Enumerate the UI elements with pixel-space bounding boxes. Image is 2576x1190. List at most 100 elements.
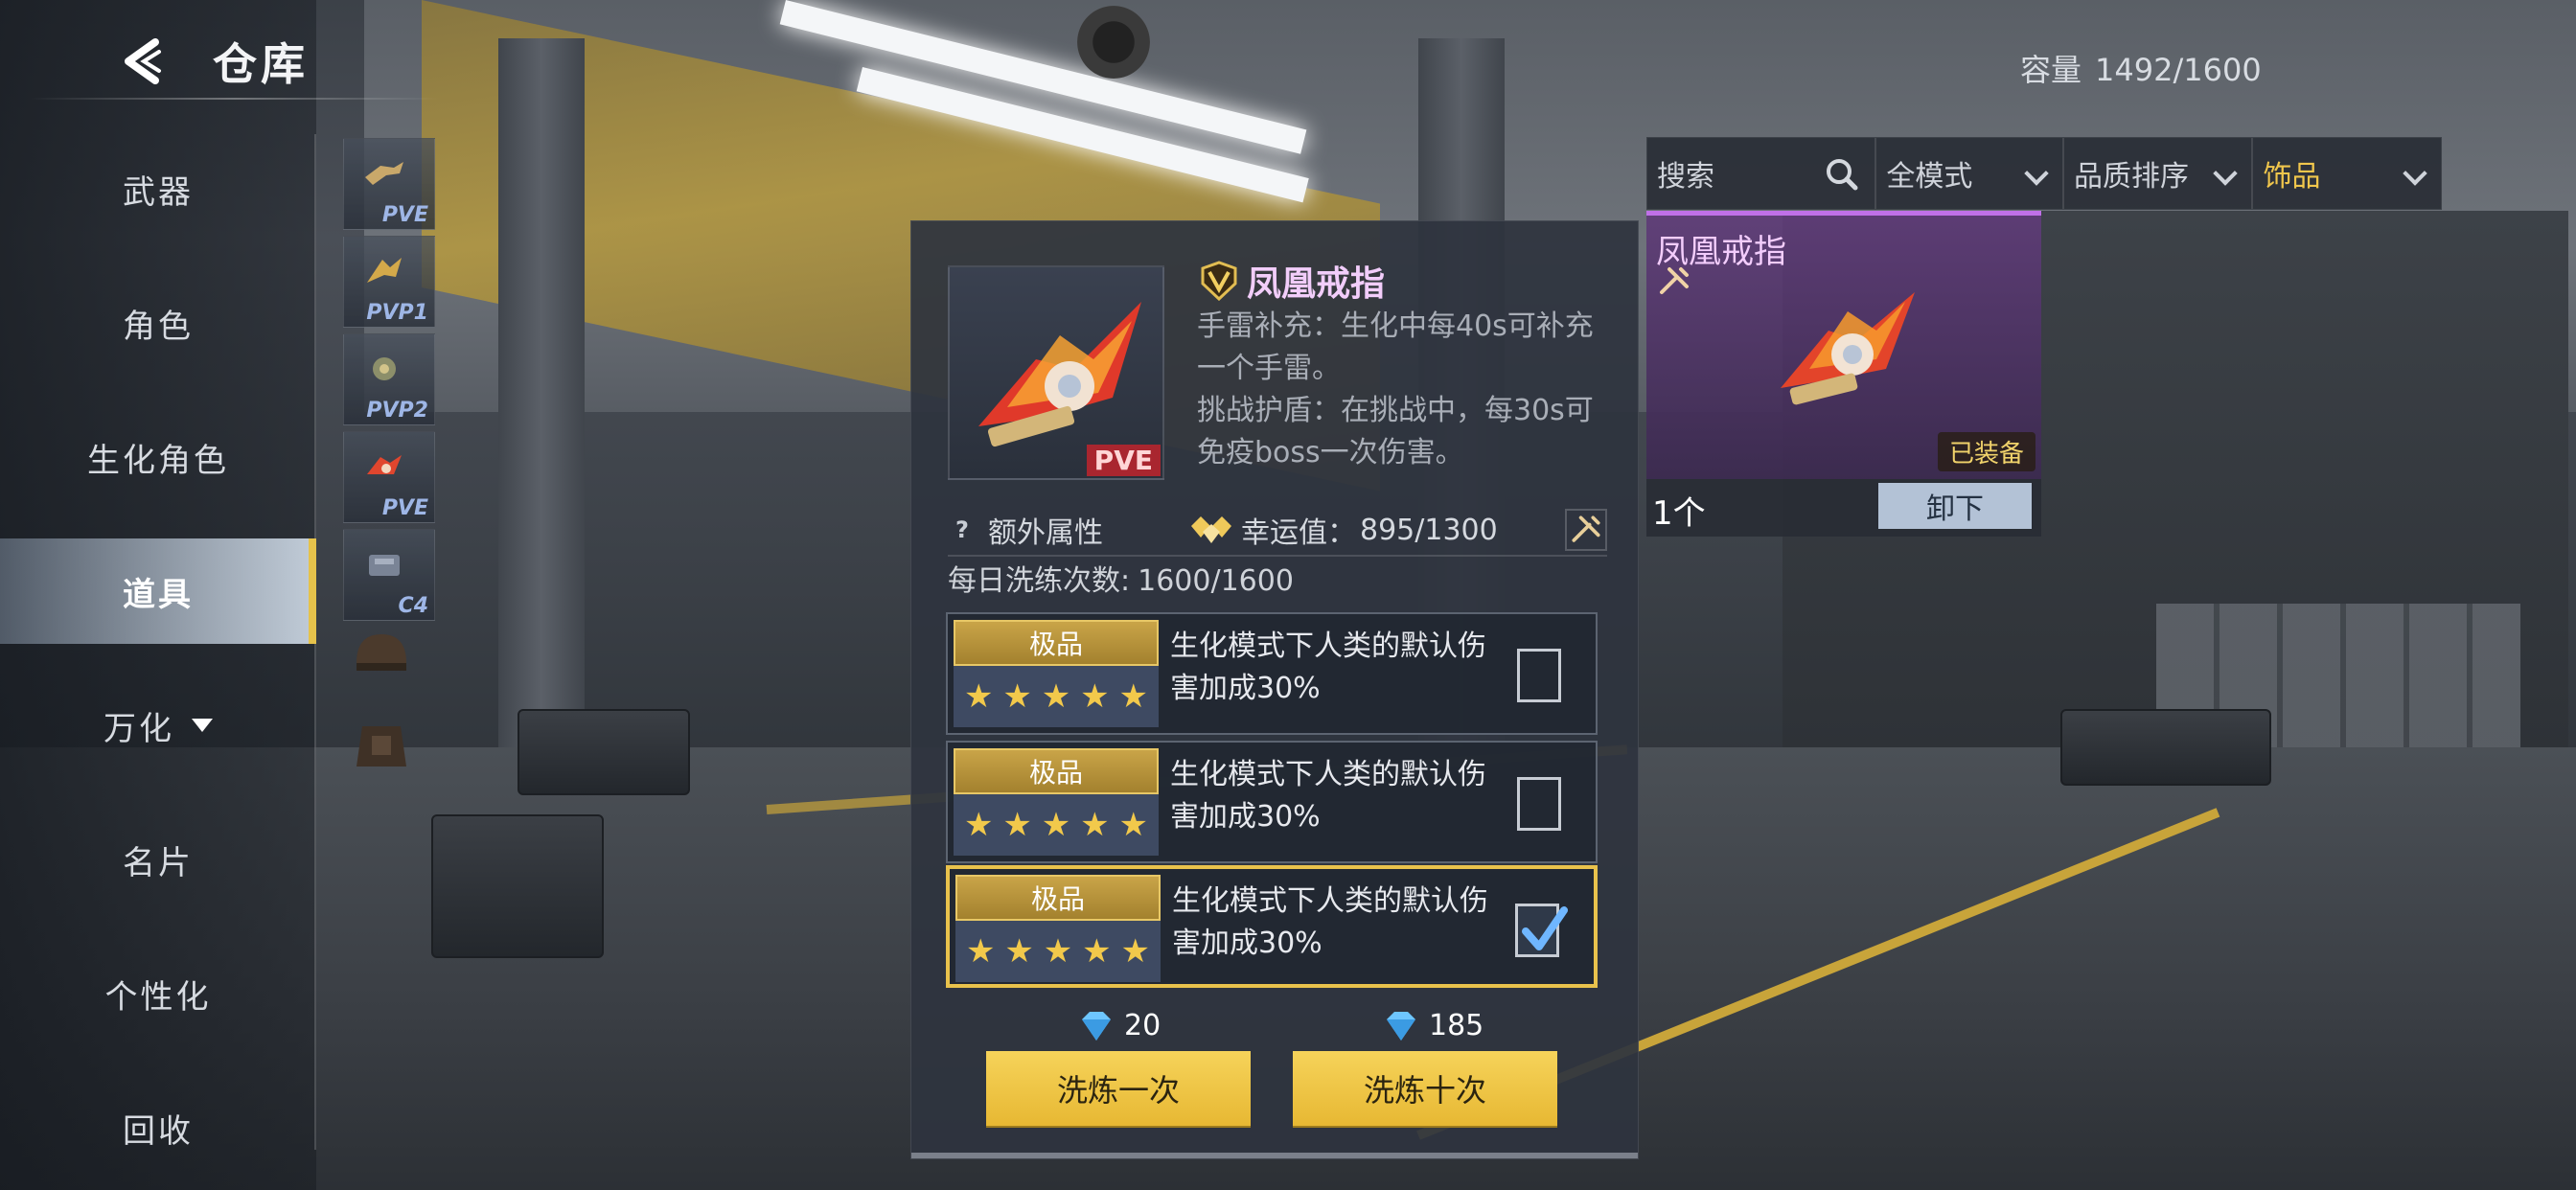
category-dropdown-value: 饰品 bbox=[2263, 160, 2321, 194]
extra-attr-label[interactable]: 额外属性 bbox=[988, 509, 1103, 551]
subcategory-column: PVE PVP1 PVP2 PVE C4 bbox=[343, 134, 435, 1092]
capacity-value: 1492/1600 bbox=[2095, 52, 2262, 88]
nav-item-label: 生化角色 bbox=[87, 441, 229, 480]
star-icon: ★ bbox=[1118, 677, 1148, 716]
wing-icon bbox=[367, 258, 402, 283]
option-checkbox[interactable] bbox=[1517, 649, 1561, 702]
refine-once-button[interactable]: 洗炼一次 bbox=[986, 1051, 1251, 1126]
nav-item-roles[interactable]: 角色 bbox=[0, 270, 316, 376]
item-detail-panel: PVE 凤凰戒指 手雷补充：生化中每40s可补充一个手雷。 挑战护盾：在挑战中，… bbox=[910, 220, 1639, 1159]
star-icon: ★ bbox=[1120, 932, 1150, 971]
subcategory-tile[interactable]: C4 bbox=[343, 529, 435, 621]
subcategory-tile[interactable] bbox=[343, 713, 435, 805]
star-icon: ★ bbox=[965, 932, 996, 971]
nav-item-zombie-roles[interactable]: 生化角色 bbox=[0, 404, 316, 510]
grade-label: 极品 bbox=[954, 748, 1159, 794]
sort-dropdown-value: 品质排序 bbox=[2073, 160, 2189, 194]
star-icon: ★ bbox=[1118, 806, 1148, 844]
nav-item-recycle[interactable]: 回收 bbox=[0, 1075, 316, 1180]
equipped-footer: 1个 卸下 bbox=[1646, 479, 2041, 537]
grade-block: 极品 ★ ★ ★ ★ ★ bbox=[955, 875, 1161, 982]
cost-ten-value: 185 bbox=[1429, 1009, 1484, 1042]
nav-item-label: 武器 bbox=[123, 172, 194, 212]
mode-dropdown[interactable]: 全模式 bbox=[1876, 138, 2064, 209]
equipped-count: 1个 bbox=[1652, 494, 1706, 533]
equipped-item-card[interactable]: 凤凰戒指 已装备 bbox=[1646, 211, 2041, 479]
back-arrow-icon[interactable] bbox=[115, 34, 169, 88]
subcategory-tile[interactable]: PVP2 bbox=[343, 333, 435, 425]
filter-bar: 搜索 全模式 品质排序 饰品 bbox=[1646, 137, 2442, 210]
diamond-icon bbox=[1082, 1011, 1111, 1041]
grade-block: 极品 ★ ★ ★ ★ ★ bbox=[954, 748, 1159, 856]
subcategory-tag: PVE bbox=[381, 203, 428, 227]
nav-item-namecard[interactable]: 名片 bbox=[0, 807, 316, 912]
chevron-down-icon bbox=[2403, 161, 2427, 186]
search-placeholder: 搜索 bbox=[1657, 160, 1714, 194]
subcategory-tile[interactable] bbox=[343, 625, 435, 717]
star-icon: ★ bbox=[1080, 806, 1110, 844]
star-rating: ★ ★ ★ ★ ★ bbox=[954, 666, 1159, 727]
luck-value: 895/1300 bbox=[1360, 513, 1498, 547]
crate bbox=[518, 709, 690, 795]
item-description: 手雷补充：生化中每40s可补充一个手雷。 挑战护盾：在挑战中，每30s可免疫bo… bbox=[1197, 306, 1619, 474]
search-icon[interactable] bbox=[1823, 155, 1861, 194]
nav-item-personalize[interactable]: 个性化 bbox=[0, 941, 316, 1046]
subcategory-tile[interactable]: PVE bbox=[343, 431, 435, 523]
tool-icon[interactable] bbox=[1565, 509, 1607, 551]
refine-option[interactable]: 极品 ★ ★ ★ ★ ★ 生化模式下人类的默认伤害加成30% bbox=[946, 741, 1598, 863]
star-icon: ★ bbox=[1041, 806, 1071, 844]
crate bbox=[431, 814, 604, 958]
option-checkbox[interactable] bbox=[1515, 904, 1568, 957]
option-text: 生化模式下人类的默认伤害加成30% bbox=[1170, 758, 1486, 834]
nav-item-label: 万化 bbox=[104, 709, 174, 748]
capacity-indicator: 容量 1492/1600 bbox=[2020, 46, 2262, 90]
category-dropdown[interactable]: 饰品 bbox=[2253, 138, 2441, 209]
header-divider bbox=[29, 98, 441, 100]
checkmark-icon bbox=[1522, 906, 1568, 950]
nav-item-weapons[interactable]: 武器 bbox=[0, 136, 316, 241]
medal-icon bbox=[373, 357, 396, 380]
grade-block: 极品 ★ ★ ★ ★ ★ bbox=[954, 620, 1159, 727]
mode-badge: PVE bbox=[1086, 445, 1161, 476]
refine-ten-button[interactable]: 洗炼十次 bbox=[1293, 1051, 1557, 1126]
help-icon[interactable]: ? bbox=[948, 515, 977, 544]
legendary-v-icon bbox=[1201, 261, 1237, 301]
nav-item-label: 个性化 bbox=[104, 977, 212, 1017]
subcategory-tag: PVP2 bbox=[366, 399, 428, 423]
chevron-down-icon bbox=[2024, 161, 2049, 186]
tool-icon bbox=[1660, 267, 1689, 294]
option-checkbox[interactable] bbox=[1517, 777, 1561, 831]
daily-value: 1600/1600 bbox=[1138, 564, 1294, 598]
phoenix-ring-image bbox=[1781, 292, 1915, 405]
capacity-label: 容量 bbox=[2020, 52, 2082, 88]
crate bbox=[2060, 709, 2271, 786]
grade-label: 极品 bbox=[954, 620, 1159, 666]
c4-bomb-icon bbox=[369, 555, 400, 576]
grade-label: 极品 bbox=[955, 875, 1161, 921]
option-text: 生化模式下人类的默认伤害加成30% bbox=[1172, 884, 1488, 960]
subcategory-tag: C4 bbox=[398, 594, 428, 618]
page-title: 仓库 bbox=[213, 38, 309, 90]
item-image-frame: PVE bbox=[948, 265, 1164, 480]
sort-dropdown[interactable]: 品质排序 bbox=[2064, 138, 2254, 209]
subcategory-tile[interactable]: PVP1 bbox=[343, 236, 435, 328]
refine-option[interactable]: 极品 ★ ★ ★ ★ ★ 生化模式下人类的默认伤害加成30% bbox=[946, 612, 1598, 735]
star-icon: ★ bbox=[1082, 932, 1112, 971]
nav-item-label: 角色 bbox=[123, 307, 194, 346]
subcategory-tile[interactable]: PVE bbox=[343, 138, 435, 230]
nav-item-wanhua[interactable]: 万化 bbox=[0, 673, 316, 778]
armor-icon bbox=[356, 726, 406, 767]
star-icon: ★ bbox=[1002, 677, 1032, 716]
star-icon: ★ bbox=[1080, 677, 1110, 716]
option-text: 生化模式下人类的默认伤害加成30% bbox=[1170, 629, 1486, 705]
chevron-down-icon bbox=[2213, 161, 2239, 186]
unequip-button[interactable]: 卸下 bbox=[1878, 483, 2032, 529]
nav-item-props[interactable]: 道具 bbox=[0, 538, 316, 644]
item-desc-shield: 挑战护盾：在挑战中，每30s可免疫boss一次伤害。 bbox=[1197, 394, 1594, 469]
luck-clover-icon bbox=[1191, 516, 1231, 543]
panel-bottom-line bbox=[911, 1153, 1638, 1158]
search-field[interactable]: 搜索 bbox=[1647, 138, 1877, 209]
refine-option-selected[interactable]: 极品 ★ ★ ★ ★ ★ 生化模式下人类的默认伤害加成30% bbox=[946, 865, 1598, 988]
subcategory-tag: PVP1 bbox=[366, 301, 428, 325]
subcategory-tag: PVE bbox=[381, 496, 428, 520]
